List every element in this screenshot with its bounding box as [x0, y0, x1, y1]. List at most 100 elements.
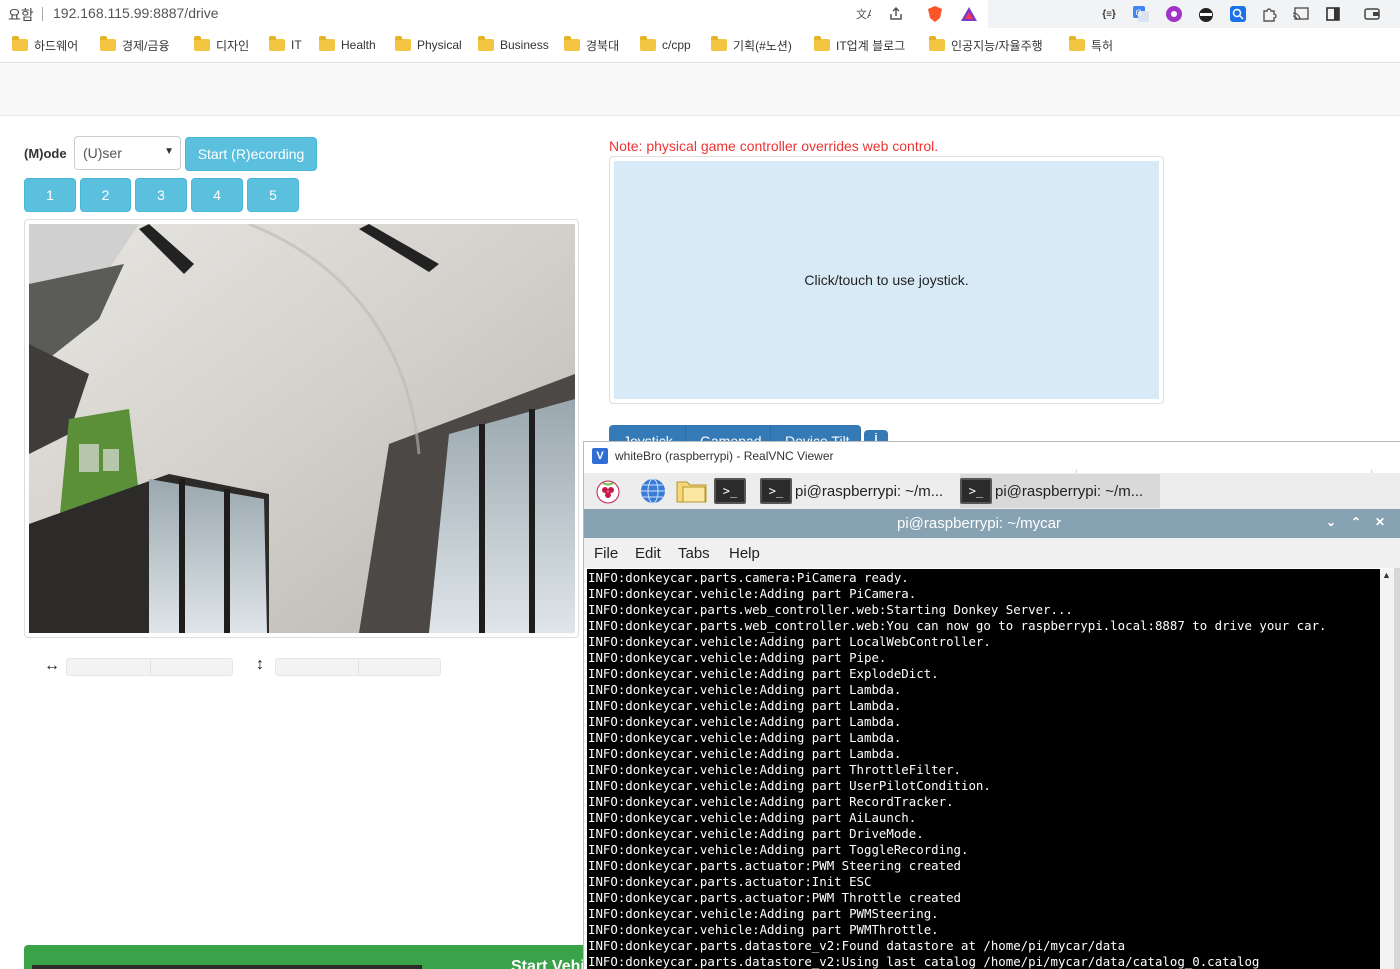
mode-select-value: (U)ser [83, 145, 122, 161]
throttle-arrow-icon: ↕ [256, 656, 264, 673]
menu-file[interactable]: File [594, 545, 618, 562]
svg-text:文A: 文A [856, 7, 871, 21]
taskbar-item-terminal-2[interactable]: >_ pi@raspberrypi: ~/m... [960, 474, 1160, 508]
raspberrypi-taskbar: >_ >_ pi@raspberrypi: ~/m... >_ pi@raspb… [584, 473, 1400, 509]
steering-slider[interactable] [66, 658, 233, 676]
browser-launcher-button[interactable] [637, 475, 669, 507]
folder-icon [478, 36, 494, 51]
preset-button-2[interactable]: 2 [80, 178, 131, 212]
folder-icon [319, 36, 335, 51]
terminal-log-line: INFO:donkeycar.parts.actuator:PWM Thrott… [588, 890, 961, 905]
folder-icon [929, 36, 945, 51]
bookmark-folder[interactable]: 인공지능/자율주행 [929, 36, 1043, 54]
divider [42, 7, 43, 21]
menu-edit[interactable]: Edit [635, 545, 661, 562]
folder-icon [12, 36, 28, 51]
translate-icon[interactable]: 文A [853, 4, 873, 24]
page-navbar [0, 64, 1400, 116]
steering-arrow-icon: ↔ [44, 657, 60, 674]
extensions-bar: {≡} G [988, 0, 1400, 28]
folder-icon [269, 36, 285, 51]
screen: 요함 192.168.115.99:8887/drive 文A {≡} G 하드… [0, 0, 1400, 969]
bookmark-folder[interactable]: 기획(#노션) [711, 36, 792, 54]
chevron-down-icon: ▼ [164, 146, 174, 157]
browser-address-bar: 요함 192.168.115.99:8887/drive 文A {≡} G [0, 0, 1400, 28]
slider-midline [149, 659, 151, 675]
cast-icon[interactable] [1291, 4, 1311, 24]
bookmark-folder[interactable]: IT [269, 36, 302, 54]
mode-select[interactable]: (U)ser ▼ [74, 136, 181, 170]
json-extension-icon[interactable]: {≡} [1099, 4, 1119, 24]
sidebar-icon[interactable] [1323, 4, 1343, 24]
preset-button-4[interactable]: 4 [191, 178, 243, 212]
file-manager-button[interactable] [676, 475, 708, 507]
wallet-icon[interactable] [1362, 4, 1382, 24]
raspberry-menu-button[interactable] [592, 475, 624, 507]
terminal-log-line: INFO:donkeycar.vehicle:Adding part PiCam… [588, 586, 917, 601]
terminal-icon: >_ [960, 478, 992, 504]
bookmark-folder[interactable]: 경제/금융 [100, 36, 170, 54]
bookmark-folder[interactable]: 디자인 [194, 36, 249, 54]
joystick-pad[interactable]: Click/touch to use joystick. [614, 161, 1159, 399]
start-vehicle-label: Start Vehi [511, 958, 585, 969]
terminal-log-line: INFO:donkeycar.parts.web_controller.web:… [588, 602, 1073, 617]
terminal-log-line: INFO:donkeycar.vehicle:Adding part Lambd… [588, 746, 902, 761]
divider [32, 965, 422, 969]
terminal-title: pi@raspberrypi: ~/mycar [896, 515, 1062, 532]
folder-icon [814, 36, 830, 51]
vnc-viewer-window: V whiteBro (raspberrypi) - RealVNC Viewe… [583, 441, 1400, 969]
brave-shield-icon[interactable] [925, 4, 945, 24]
share-icon[interactable] [886, 4, 906, 24]
throttle-slider[interactable] [275, 658, 441, 676]
terminal-log-line: INFO:donkeycar.vehicle:Adding part Recor… [588, 794, 954, 809]
extensions-puzzle-icon[interactable] [1259, 4, 1279, 24]
search-extension-icon[interactable] [1228, 4, 1248, 24]
terminal-icon: >_ [714, 478, 746, 504]
preset-button-5[interactable]: 5 [247, 178, 299, 212]
folder-icon [395, 36, 411, 51]
start-recording-button[interactable]: Start (R)ecording [185, 137, 317, 171]
camera-feed-image [29, 224, 575, 633]
terminal-log-line: INFO:donkeycar.vehicle:Adding part Toggl… [588, 842, 969, 857]
joystick-hint: Click/touch to use joystick. [804, 272, 969, 288]
preset-button-3[interactable]: 3 [135, 178, 187, 212]
folder-icon [100, 36, 116, 51]
terminal-menubar: File Edit Tabs Help [584, 538, 1400, 568]
taskbar-item-terminal-1[interactable]: >_ pi@raspberrypi: ~/m... [760, 474, 958, 508]
preset-button-1[interactable]: 1 [24, 178, 76, 212]
folder-icon [564, 36, 580, 51]
google-translate-icon[interactable]: G [1131, 4, 1151, 24]
realvnc-logo-icon: V [592, 448, 608, 464]
start-vehicle-button[interactable]: Start Vehi [24, 945, 586, 969]
bookmark-folder[interactable]: IT업계 블로그 [814, 36, 905, 54]
terminal-output[interactable]: INFO:donkeycar.parts.camera:PiCamera rea… [587, 569, 1380, 969]
terminal-log-line: INFO:donkeycar.vehicle:Adding part PWMSt… [588, 906, 939, 921]
bookmark-folder[interactable]: c/cpp [640, 36, 691, 54]
scroll-up-icon[interactable]: ▲ [1382, 570, 1391, 580]
terminal-log-line: INFO:donkeycar.vehicle:Adding part PWMTh… [588, 922, 939, 937]
bookmark-folder[interactable]: Business [478, 36, 549, 54]
bookmark-folder[interactable]: Health [319, 36, 376, 54]
security-label[interactable]: 요함 [8, 5, 34, 25]
maximize-chevron-icon[interactable]: ⌃ [1348, 515, 1364, 529]
terminal-log-line: INFO:donkeycar.vehicle:Adding part Lambd… [588, 730, 902, 745]
folder-icon [711, 36, 727, 51]
menu-help[interactable]: Help [729, 545, 760, 562]
close-icon[interactable]: ✕ [1372, 515, 1388, 529]
purple-extension-icon[interactable] [1164, 4, 1184, 24]
terminal-icon: >_ [760, 478, 792, 504]
bookmark-folder[interactable]: 하드웨어 [12, 36, 78, 54]
controller-note: Note: physical game controller overrides… [609, 138, 939, 154]
menu-tabs[interactable]: Tabs [678, 545, 710, 562]
minimize-chevron-icon[interactable]: ⌄ [1323, 515, 1339, 529]
bookmark-folder[interactable]: 특허 [1069, 36, 1113, 54]
brave-rewards-icon[interactable] [959, 4, 979, 24]
terminal-log-line: INFO:donkeycar.vehicle:Adding part Lambd… [588, 698, 902, 713]
terminal-launcher-button[interactable]: >_ [714, 475, 746, 507]
bookmark-folder[interactable]: 경북대 [564, 36, 619, 54]
url-field[interactable]: 192.168.115.99:8887/drive [53, 5, 219, 21]
terminal-scrollbar[interactable]: ▲ [1380, 569, 1394, 969]
terminal-window: pi@raspberrypi: ~/mycar ⌄ ⌃ ✕ File Edit … [584, 509, 1400, 969]
bookmark-folder[interactable]: Physical [395, 36, 462, 54]
ninja-extension-icon[interactable] [1196, 4, 1216, 24]
